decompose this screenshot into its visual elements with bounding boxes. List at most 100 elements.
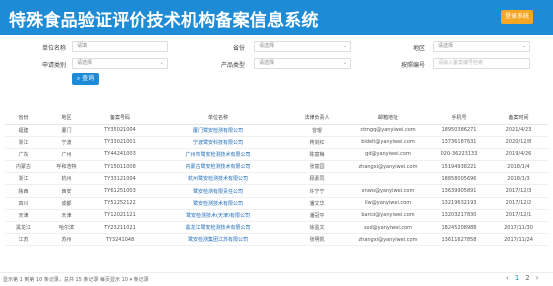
- cell-phone: 13203217830: [429, 209, 489, 223]
- cell-org-name[interactable]: 杭州鹭安检测技术有限公司: [149, 172, 287, 186]
- cell-phone: 18245208988: [429, 221, 489, 235]
- cell-date: 2021/4/23: [489, 124, 548, 137]
- cell-city: 天津: [42, 209, 91, 223]
- table-row: 陕西 西安 TY61251003 鹭安检测有限责任公司 许宁宁 xnwo@yanyiwei…: [5, 184, 548, 198]
- cell-city: 成都: [42, 197, 91, 210]
- cell-org-name[interactable]: 黑龙江鹭安检测技术有限公司: [149, 221, 287, 235]
- pagination-pages: ‹ 1 2 ›: [503, 274, 542, 282]
- cell-date: 2018/1/3: [489, 172, 548, 186]
- prev-page-button[interactable]: ‹: [506, 274, 509, 282]
- cell-legal-person: 张明凯: [287, 233, 347, 247]
- col-province: 省份: [5, 111, 42, 125]
- cell-province: 江苏: [5, 233, 42, 247]
- cell-date: 2017/12/1: [489, 209, 548, 223]
- province-value: 请选择: [259, 43, 275, 49]
- next-page-button[interactable]: ›: [536, 274, 539, 282]
- product-type-value: 请选择: [259, 60, 275, 66]
- cell-phone: 18950386271: [429, 124, 489, 137]
- cell-record-no: TY61251003: [91, 184, 149, 198]
- login-button[interactable]: 登录系统: [501, 10, 533, 24]
- chevron-down-icon: ⌄: [342, 43, 347, 49]
- cell-legal-person: 陈富梅: [287, 148, 347, 162]
- cell-record-no: TY15011008: [91, 160, 149, 174]
- cell-email: zhangxi@yanyiwei.com: [347, 233, 429, 247]
- province-select[interactable]: 请选择 ⌄: [254, 41, 351, 52]
- col-record-no: 备案号码: [91, 111, 149, 125]
- cell-record-no: TY33021001: [91, 136, 149, 149]
- record-no-input[interactable]: 请输入备案编号检索: [433, 58, 530, 69]
- agency-type-label: 申请类别: [41, 62, 66, 69]
- page-1-button[interactable]: 1: [515, 274, 519, 282]
- cell-city: 宁波: [42, 136, 91, 149]
- cell-org-name[interactable]: 鹭安检测技术有限公司: [149, 197, 287, 210]
- pagination-bar: 显示第 1 到第 10 条记录，总共 15 条记录 每页显示 10 ▾ 条记录 …: [0, 272, 553, 286]
- cell-phone: 13736187631: [429, 136, 489, 149]
- product-type-select[interactable]: 请选择 ⌄: [254, 58, 351, 69]
- cell-city: 厦门: [42, 124, 91, 137]
- cell-phone: 13219632193: [429, 197, 489, 210]
- province-label: 省份: [232, 45, 245, 52]
- cell-legal-person: 许宁宁: [287, 184, 347, 198]
- search-button-label: 查询: [82, 75, 95, 82]
- cell-record-no: TY44241003: [91, 148, 149, 162]
- table-header-row: 省份 地区 备案号码 单位名称 法律负责人 邮箱地址 手机号 备案时间: [5, 111, 548, 125]
- cell-province: 广东: [5, 148, 42, 162]
- col-email: 邮箱地址: [347, 111, 429, 125]
- cell-city: 哈尔滨: [42, 221, 91, 235]
- table-row: 四川 成都 TY51252122 鹭安检测技术有限公司 潘文华 ilw@yanyiwei.…: [5, 197, 548, 210]
- cell-org-name[interactable]: 鹭安检测技术(天津)有限公司: [149, 209, 287, 223]
- table-row: 江苏 苏州 TY3241048 鹭安检测集团江苏有限公司 张明凯 zhangxi@yany…: [5, 233, 548, 247]
- cell-org-name[interactable]: 鹭安检测集团江苏有限公司: [149, 233, 287, 247]
- cell-phone: 13639905891: [429, 184, 489, 198]
- agency-type-select[interactable]: 请选择 ⌄: [72, 58, 168, 69]
- cell-org-name[interactable]: 鹭安检测有限责任公司: [149, 184, 287, 198]
- cell-phone: 15194938221: [429, 160, 489, 174]
- cell-phone: 18858005696: [429, 172, 489, 186]
- cell-record-no: TY51252122: [91, 197, 149, 210]
- org-name-input[interactable]: 请填: [72, 41, 168, 52]
- cell-email: zhangxi@yanyiwei.com: [347, 160, 429, 174]
- cell-legal-person: 张富园: [287, 160, 347, 174]
- city-select[interactable]: 请选择 ⌄: [433, 41, 530, 52]
- cell-province: 福建: [5, 124, 42, 137]
- cell-date: 2020/12/8: [489, 136, 548, 149]
- cell-date: 2017/11/24: [489, 233, 548, 247]
- agency-type-value: 请选择: [77, 60, 93, 66]
- table-row: 天津 天津 TY12021121 鹭安检测技术(天津)有限公司 潘冠平 barco@yan…: [5, 209, 548, 223]
- cell-province: 浙江: [5, 136, 42, 149]
- page-2-button[interactable]: 2: [525, 274, 529, 282]
- cell-org-name[interactable]: 宁波鹭安科技有限公司: [149, 136, 287, 149]
- record-no-label: 按照编号: [400, 62, 425, 69]
- cell-city: 广州: [42, 148, 91, 162]
- cell-date: 2018/1/4: [489, 160, 548, 174]
- city-value: 请选择: [438, 43, 454, 49]
- product-type-label: 产品类型: [220, 62, 245, 69]
- cell-date: 2017/11/30: [489, 221, 548, 235]
- table-row: 黑龙江 哈尔滨 TY23211021 黑龙江鹭安检测技术有限公司 徐盈文 sxd@yany…: [5, 221, 548, 235]
- cell-email: ilw@yanyiwei.com: [347, 197, 429, 210]
- cell-city: 杭州: [42, 172, 91, 186]
- cell-org-name[interactable]: 内蒙古鹭安检测技术有限公司: [149, 160, 287, 174]
- cell-org-name[interactable]: 厦门鹭安检测有限公司: [149, 124, 287, 137]
- col-legal-person: 法律负责人: [287, 111, 347, 125]
- cell-record-no: TY23211021: [91, 221, 149, 235]
- cell-email: [347, 172, 429, 186]
- cell-email: bidelt@yanyiwei.com: [347, 136, 429, 149]
- cell-email: barco@yanyiwei.com: [347, 209, 429, 223]
- cell-city: 西安: [42, 184, 91, 198]
- chevron-down-icon: ⌄: [521, 43, 526, 49]
- cell-legal-person: 潘冠平: [287, 209, 347, 223]
- pagination-info: 显示第 1 到第 10 条记录，总共 15 条记录 每页显示 10 ▾ 条记录: [3, 277, 149, 283]
- cell-org-name[interactable]: 广州市鹭安检测技术有限公司: [149, 148, 287, 162]
- search-button[interactable]: ⌕ 查询: [72, 73, 99, 85]
- cell-city: 呼和浩特: [42, 160, 91, 174]
- cell-province: 陕西: [5, 184, 42, 198]
- cell-province: 黑龙江: [5, 221, 42, 235]
- cell-province: 四川: [5, 197, 42, 210]
- records-table: 省份 地区 备案号码 单位名称 法律负责人 邮箱地址 手机号 备案时间 福建 厦门…: [5, 111, 548, 247]
- cell-province: 天津: [5, 209, 42, 223]
- table-row: 内蒙古 呼和浩特 TY15011008 内蒙古鹭安检测技术有限公司 张富园 zhangxi…: [5, 160, 548, 174]
- table-row: 浙江 宁波 TY33021001 宁波鹭安科技有限公司 蒋剑红 bidelt@yanyiw…: [5, 136, 548, 149]
- cell-email: ctmgq@yanyiwei.com: [347, 124, 429, 137]
- col-city: 地区: [42, 111, 91, 125]
